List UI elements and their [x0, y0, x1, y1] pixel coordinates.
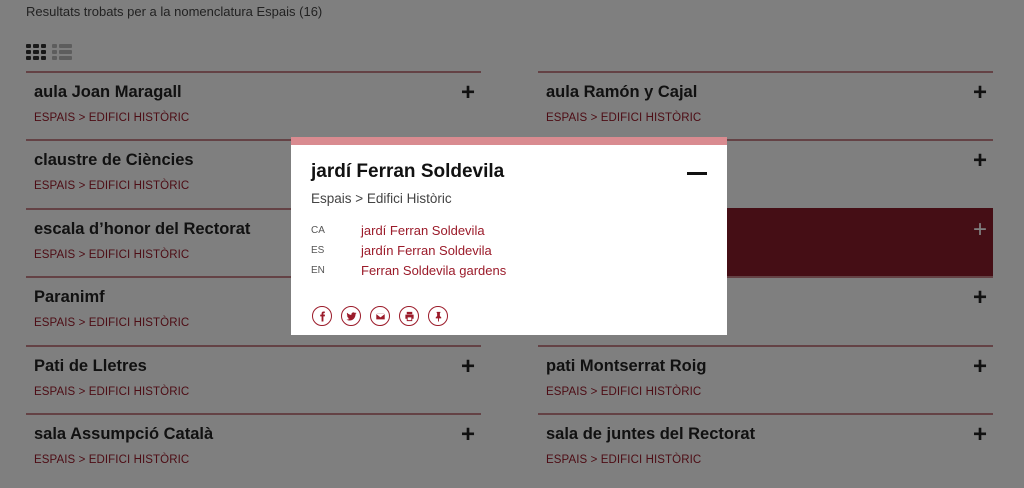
translation-list: CA jardí Ferran Soldevila ES jardín Ferr… — [311, 220, 707, 280]
share-buttons — [312, 306, 448, 326]
translation-row: EN Ferran Soldevila gardens — [311, 260, 707, 280]
language-code: CA — [311, 224, 325, 236]
language-code: EN — [311, 264, 325, 276]
translation-value[interactable]: Ferran Soldevila gardens — [361, 263, 506, 278]
modal-path: Espais > Edifici Històric — [311, 191, 452, 206]
minus-icon[interactable] — [687, 172, 707, 175]
facebook-button[interactable] — [312, 306, 332, 326]
translation-value[interactable]: jardín Ferran Soldevila — [361, 243, 492, 258]
print-button[interactable] — [399, 306, 419, 326]
translation-row: CA jardí Ferran Soldevila — [311, 220, 707, 240]
language-code: ES — [311, 244, 325, 256]
email-button[interactable] — [370, 306, 390, 326]
pin-icon — [435, 311, 441, 322]
twitter-button[interactable] — [341, 306, 361, 326]
email-icon — [375, 312, 385, 320]
twitter-icon — [345, 311, 357, 321]
translation-row: ES jardín Ferran Soldevila — [311, 240, 707, 260]
modal-title: jardí Ferran Soldevila — [311, 161, 505, 182]
pin-button[interactable] — [428, 306, 448, 326]
print-icon — [404, 311, 414, 321]
term-detail-modal: jardí Ferran Soldevila Espais > Edifici … — [291, 137, 727, 335]
translation-value[interactable]: jardí Ferran Soldevila — [361, 223, 485, 238]
facebook-icon — [319, 310, 325, 322]
